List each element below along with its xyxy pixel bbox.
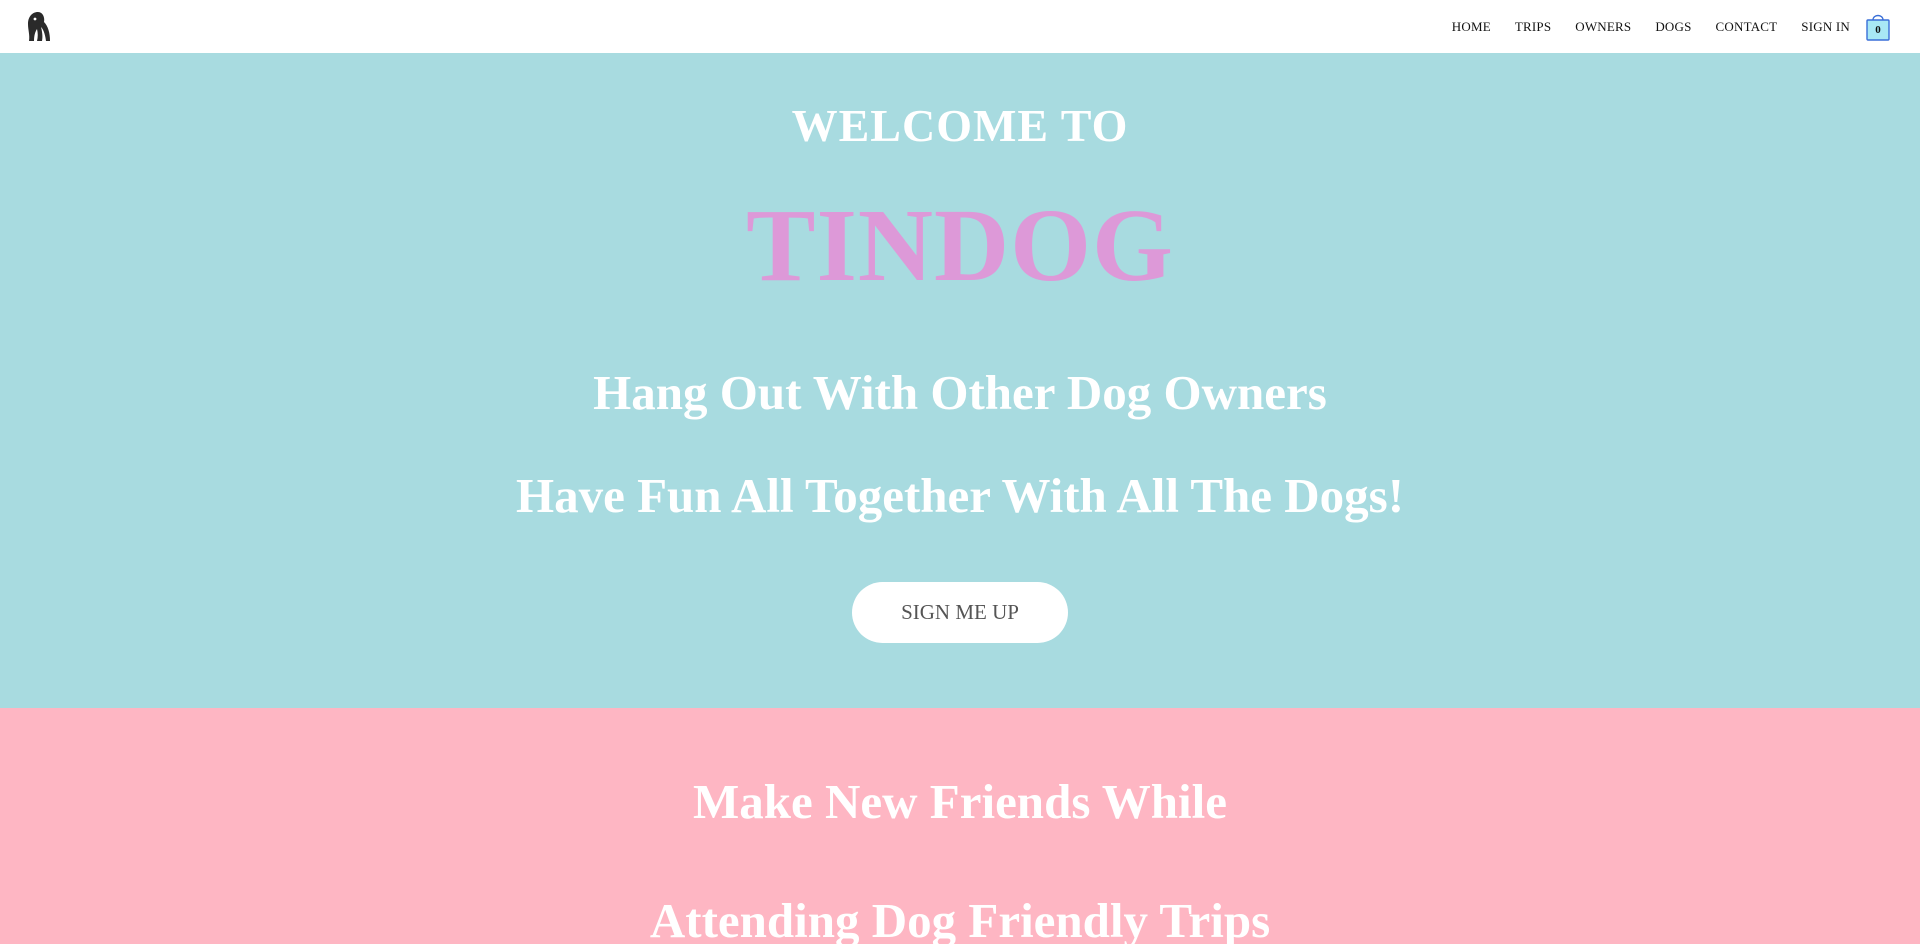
nav-sign-in[interactable]: SIGN IN [1801, 19, 1850, 35]
main-nav: HOME TRIPS OWNERS DOGS CONTACT SIGN IN [1428, 0, 1850, 53]
nav-trips[interactable]: TRIPS [1515, 19, 1551, 35]
nav-contact[interactable]: CONTACT [1716, 19, 1778, 35]
top-navbar: HOME TRIPS OWNERS DOGS CONTACT SIGN IN 0 [0, 0, 1920, 53]
dog-logo-icon[interactable] [24, 10, 52, 44]
features-heading-line-2: Attending Dog Friendly Trips [649, 893, 1271, 944]
features-heading-line-1: Make New Friends While [693, 774, 1227, 829]
nav-home[interactable]: HOME [1452, 19, 1491, 35]
hero-section: WELCOME TO TINDOG Hang Out With Other Do… [0, 53, 1920, 708]
welcome-heading: WELCOME TO [791, 100, 1129, 151]
cart-count-badge: 0 [1875, 24, 1881, 36]
hero-tagline-1: Hang Out With Other Dog Owners [593, 365, 1327, 420]
features-section: Make New Friends While Attending Dog Fri… [0, 708, 1920, 944]
hero-tagline-2: Have Fun All Together With All The Dogs! [515, 468, 1405, 523]
nav-dogs[interactable]: DOGS [1655, 19, 1691, 35]
nav-owners[interactable]: OWNERS [1575, 19, 1631, 35]
brand-title: TINDOG [746, 188, 1174, 303]
cart-button[interactable]: 0 [1865, 10, 1891, 42]
sign-me-up-button[interactable]: SIGN ME UP [852, 582, 1068, 643]
